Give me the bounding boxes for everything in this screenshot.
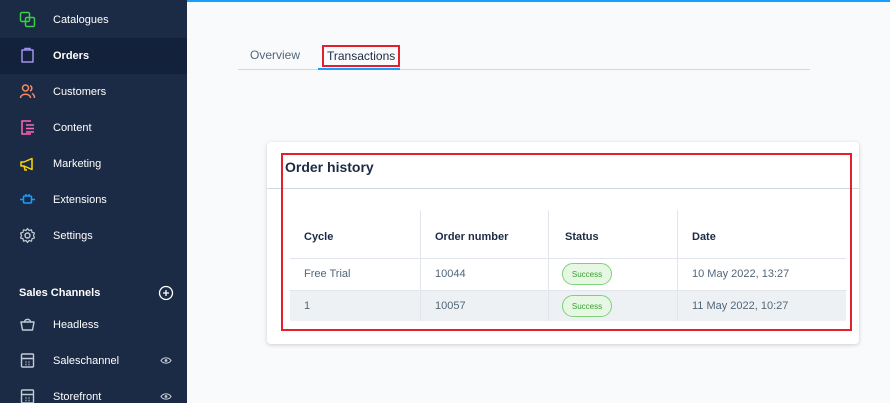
add-sales-channel-icon[interactable] (158, 285, 174, 301)
sales-channels-header: Sales Channels (0, 282, 187, 306)
column-divider (548, 210, 549, 321)
sidebar-item-extensions[interactable]: Extensions (0, 182, 187, 218)
content-icon (21, 120, 34, 135)
sidebar-item-label: Content (53, 122, 92, 134)
sidebar-item-label: Settings (53, 230, 93, 242)
column-header-cycle[interactable]: Cycle (304, 231, 333, 243)
sales-channel-label: Saleschannel (53, 355, 120, 367)
column-divider (420, 210, 421, 321)
tab-overview[interactable]: Overview (250, 48, 300, 62)
sidebar-item-label: Customers (53, 86, 107, 98)
order-history-table: Free Trial 10044 Success 10 May 2022, 13… (290, 210, 846, 321)
extensions-icon (20, 194, 35, 204)
sales-channel-storefront[interactable]: Storefront (0, 379, 187, 403)
eye-icon[interactable] (160, 356, 172, 365)
headless-icon (20, 318, 35, 331)
cell-date: 11 May 2022, 10:27 (692, 300, 789, 312)
active-tab-indicator (318, 68, 400, 70)
sidebar-item-label: Marketing (53, 158, 102, 170)
divider (267, 188, 859, 189)
sidebar-item-customers[interactable]: Customers (0, 74, 187, 110)
sales-channel-headless[interactable]: Headless (0, 307, 187, 343)
sidebar-item-catalogues[interactable]: Catalogues (0, 2, 187, 38)
card-title: Order history (285, 159, 374, 175)
column-divider (677, 210, 678, 321)
sales-channel-label: Headless (53, 319, 99, 331)
cell-order-number[interactable]: 10057 (435, 300, 466, 312)
column-header-order-number[interactable]: Order number (435, 231, 508, 243)
top-accent-line (187, 0, 890, 2)
eye-icon[interactable] (160, 392, 172, 401)
table-row: 1 10057 Success 11 May 2022, 10:27 (290, 290, 846, 321)
sales-channel-label: Storefront (53, 391, 102, 403)
settings-icon (20, 227, 35, 244)
status-badge: Success (562, 263, 612, 285)
customers-icon (19, 84, 36, 99)
cell-cycle: 1 (304, 300, 311, 312)
sidebar-item-orders[interactable]: Orders (0, 38, 187, 74)
cell-date: 10 May 2022, 13:27 (692, 268, 790, 280)
storefront-icon (20, 389, 35, 403)
tab-transactions[interactable]: Transactions (322, 45, 401, 67)
sidebar-item-label: Extensions (53, 194, 107, 206)
sidebar-item-label: Orders (53, 50, 90, 62)
column-header-date[interactable]: Date (692, 231, 716, 243)
sidebar: Catalogues Orders Customers Content Mark… (0, 0, 187, 403)
catalogues-icon (19, 11, 36, 28)
sidebar-item-label: Catalogues (53, 14, 109, 26)
sales-channels-title: Sales Channels (19, 287, 101, 299)
sales-channel-saleschannel[interactable]: Saleschannel (0, 343, 187, 379)
tab-bar: Overview Transactions (238, 44, 810, 70)
table-row: Free Trial 10044 Success 10 May 2022, 13… (290, 258, 846, 289)
sidebar-item-settings[interactable]: Settings (0, 218, 187, 254)
column-header-status[interactable]: Status (565, 231, 599, 243)
cell-order-number[interactable]: 10044 (435, 268, 466, 280)
storefront-icon (20, 353, 35, 368)
marketing-icon (20, 157, 33, 171)
status-badge: Success (562, 295, 612, 317)
sidebar-item-content[interactable]: Content (0, 110, 187, 146)
orders-icon (21, 47, 34, 63)
cell-cycle: Free Trial (304, 268, 351, 280)
sidebar-item-marketing[interactable]: Marketing (0, 146, 187, 182)
